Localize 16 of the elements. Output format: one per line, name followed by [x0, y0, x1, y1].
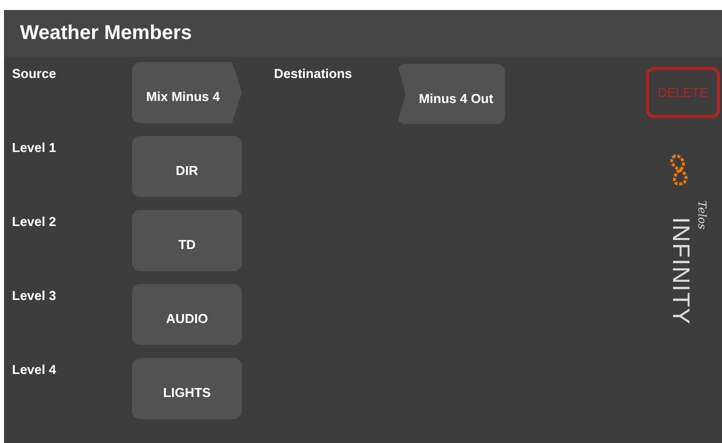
panel-title: Weather Members: [20, 22, 192, 45]
source-button[interactable]: Mix Minus 4: [132, 62, 242, 123]
logo-wordmark: INFINITY: [666, 217, 694, 325]
level-button[interactable]: DIR: [132, 136, 242, 197]
level-label: Level 2: [11, 213, 58, 231]
level-label: Level 3: [11, 287, 58, 305]
destinations-label: Destinations: [273, 65, 352, 83]
level-button[interactable]: LIGHTS: [132, 358, 242, 419]
logo-script-text: Telos: [696, 200, 708, 230]
level-button[interactable]: AUDIO: [132, 284, 242, 345]
source-label: Source: [11, 65, 58, 83]
infinity-icon: [668, 153, 690, 187]
level-button[interactable]: TD: [132, 210, 242, 271]
destination-button[interactable]: Minus 4 Out: [397, 64, 506, 124]
level-label: Level 4: [11, 361, 58, 379]
level-label: Level 1: [11, 139, 58, 157]
